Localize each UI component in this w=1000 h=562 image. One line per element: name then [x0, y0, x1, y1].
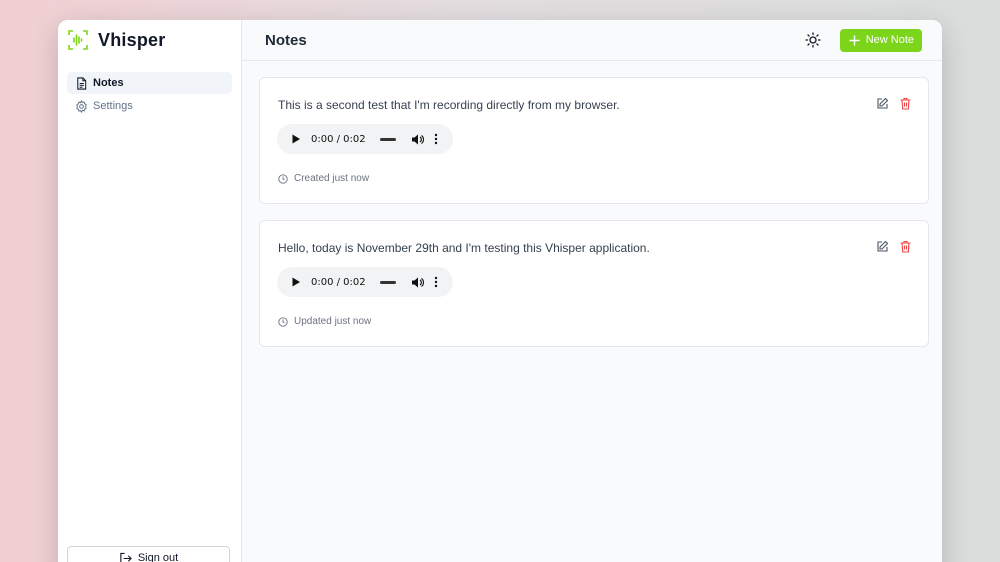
note-card: This is a second test that I'm recording…: [259, 77, 929, 204]
audio-time: 0:00 / 0:02: [311, 276, 366, 288]
note-text: This is a second test that I'm recording…: [278, 98, 620, 112]
clock-icon: [278, 173, 288, 184]
volume-icon[interactable]: [411, 276, 424, 289]
sidebar-nav: Notes Settings: [58, 72, 241, 117]
note-meta-text: Created just now: [294, 173, 370, 184]
edit-icon[interactable]: [876, 97, 889, 110]
sidebar-item-notes[interactable]: Notes: [67, 72, 232, 94]
trash-icon[interactable]: [899, 240, 912, 253]
more-options-icon[interactable]: [434, 133, 438, 145]
header: Notes New Note: [242, 20, 942, 61]
sign-out-button[interactable]: Sign out: [67, 546, 230, 562]
page-title: Notes: [265, 31, 307, 49]
audio-progress-slider[interactable]: [379, 280, 396, 284]
clock-icon: [278, 316, 288, 327]
brand-name: Vhisper: [98, 29, 166, 50]
play-icon[interactable]: [291, 277, 301, 287]
trash-icon[interactable]: [899, 97, 912, 110]
sign-out-icon: [120, 552, 132, 562]
audio-player: 0:00 / 0:02: [277, 124, 453, 154]
audio-time: 0:00 / 0:02: [311, 133, 366, 145]
play-icon[interactable]: [291, 134, 301, 144]
sidebar-item-label: Settings: [93, 100, 133, 112]
note-card: Hello, today is November 29th and I'm te…: [259, 220, 929, 347]
new-note-label: New Note: [865, 34, 914, 46]
gear-icon: [76, 99, 87, 113]
volume-icon[interactable]: [411, 133, 424, 146]
plus-icon: [849, 34, 860, 46]
note-text: Hello, today is November 29th and I'm te…: [278, 241, 650, 255]
note-actions: [866, 240, 912, 253]
more-options-icon[interactable]: [434, 276, 438, 288]
sun-icon[interactable]: [804, 31, 822, 49]
note-meta-text: Updated just now: [294, 316, 372, 327]
sidebar: Vhisper Notes Settings Sign out: [58, 20, 242, 562]
sidebar-item-settings[interactable]: Settings: [67, 95, 232, 117]
brand[interactable]: Vhisper: [58, 20, 241, 60]
logo-waveform-icon: [68, 30, 88, 50]
file-text-icon: [77, 76, 87, 90]
edit-icon[interactable]: [876, 240, 889, 253]
new-note-button[interactable]: New Note: [839, 28, 922, 52]
audio-player: 0:00 / 0:02: [277, 267, 453, 297]
sign-out-label: Sign out: [137, 552, 179, 562]
note-meta: Updated just now: [278, 316, 371, 327]
note-meta: Created just now: [278, 173, 369, 184]
main-content: Notes New Note This is a second test tha…: [242, 20, 942, 562]
sidebar-item-label: Notes: [93, 77, 124, 89]
note-actions: [866, 97, 912, 110]
audio-progress-slider[interactable]: [379, 137, 396, 141]
app-window: Vhisper Notes Settings Sign out Notes Ne…: [58, 20, 942, 562]
